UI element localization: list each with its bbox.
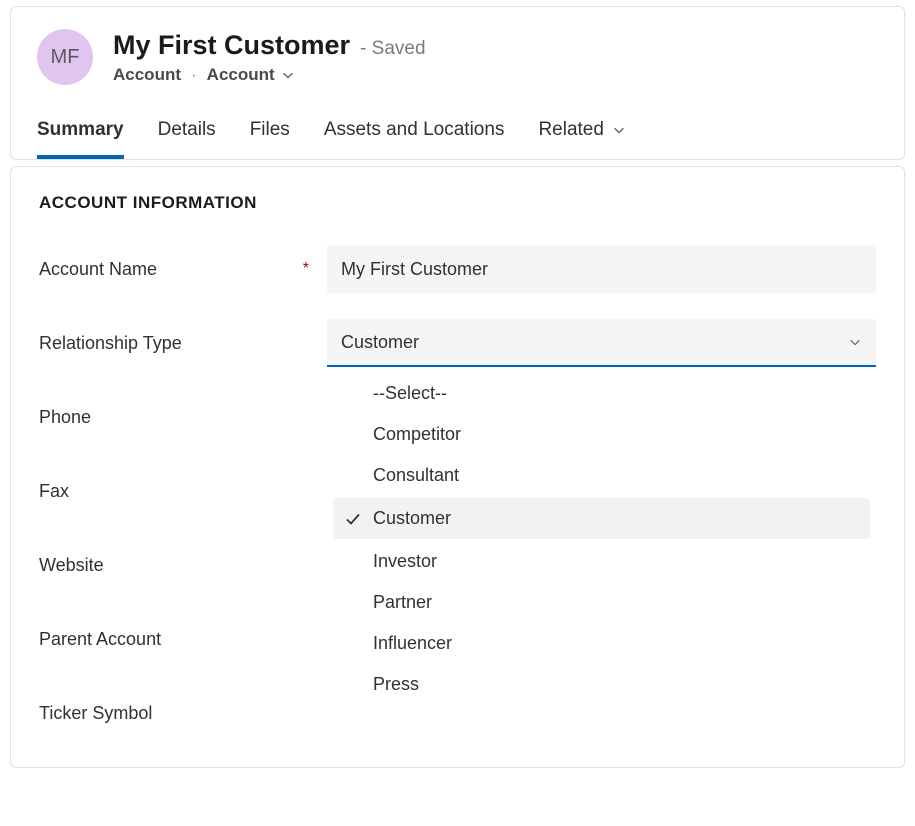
option-label: Competitor [373,424,461,445]
dropdown-option-press[interactable]: Press [327,664,876,705]
chevron-down-icon [848,335,862,349]
required-indicator: * [301,260,315,278]
option-label: Partner [373,592,432,613]
chevron-down-icon [281,68,295,82]
page-title: My First Customer [113,30,350,61]
save-state: - Saved [360,38,425,60]
tab-summary[interactable]: Summary [37,113,124,159]
label-parent-account: Parent Account [39,629,289,650]
dropdown-option-customer[interactable]: Customer [333,498,870,539]
subtitle-separator: · [191,65,197,85]
option-label: Investor [373,551,437,572]
dropdown-option-select[interactable]: --Select-- [327,373,876,414]
option-label: Consultant [373,465,459,486]
dropdown-option-influencer[interactable]: Influencer [327,623,876,664]
label-fax: Fax [39,481,289,502]
record-header-card: MF My First Customer - Saved Account · A… [10,6,905,160]
dropdown-option-investor[interactable]: Investor [327,541,876,582]
option-label: Press [373,674,419,695]
avatar: MF [37,29,93,85]
tab-files[interactable]: Files [250,113,290,159]
header-row: MF My First Customer - Saved Account · A… [37,29,878,85]
relationship-type-dropdown[interactable]: --Select-- Competitor Consultant Custome… [327,367,876,709]
form-rows: Account Name * Relationship Type Custome… [39,245,876,737]
form-type-dropdown[interactable]: Account [207,65,295,85]
label-relationship-type: Relationship Type [39,333,289,354]
dropdown-option-competitor[interactable]: Competitor [327,414,876,455]
avatar-initials: MF [51,46,80,69]
row-account-name: Account Name * [39,245,876,293]
form-type-label: Account [207,65,275,85]
tab-label: Summary [37,119,124,141]
section-title: ACCOUNT INFORMATION [39,193,876,213]
chevron-down-icon [612,123,626,137]
relationship-type-value: Customer [341,332,419,353]
tab-label: Related [538,119,604,141]
label-phone: Phone [39,407,289,428]
tab-label: Assets and Locations [324,119,505,141]
label-ticker-symbol: Ticker Symbol [39,703,289,724]
tab-related[interactable]: Related [538,113,626,159]
option-label: --Select-- [373,383,447,404]
tab-label: Files [250,119,290,141]
title-line: My First Customer - Saved [113,30,426,61]
relationship-type-select[interactable]: Customer [327,319,876,367]
option-label: Influencer [373,633,452,654]
option-label: Customer [373,508,451,529]
title-block: My First Customer - Saved Account · Acco… [113,30,426,85]
check-icon [345,511,363,527]
tab-assets-and-locations[interactable]: Assets and Locations [324,113,505,159]
entity-label: Account [113,65,181,85]
tab-details[interactable]: Details [158,113,216,159]
label-account-name: Account Name [39,259,289,280]
subtitle-line: Account · Account [113,65,426,85]
account-name-input[interactable] [327,245,876,293]
tabs: Summary Details Files Assets and Locatio… [37,113,878,159]
tab-label: Details [158,119,216,141]
row-relationship-type: Relationship Type Customer --Select-- Co… [39,319,876,367]
dropdown-option-consultant[interactable]: Consultant [327,455,876,496]
label-website: Website [39,555,289,576]
dropdown-option-partner[interactable]: Partner [327,582,876,623]
form-card: ACCOUNT INFORMATION Account Name * Relat… [10,166,905,768]
